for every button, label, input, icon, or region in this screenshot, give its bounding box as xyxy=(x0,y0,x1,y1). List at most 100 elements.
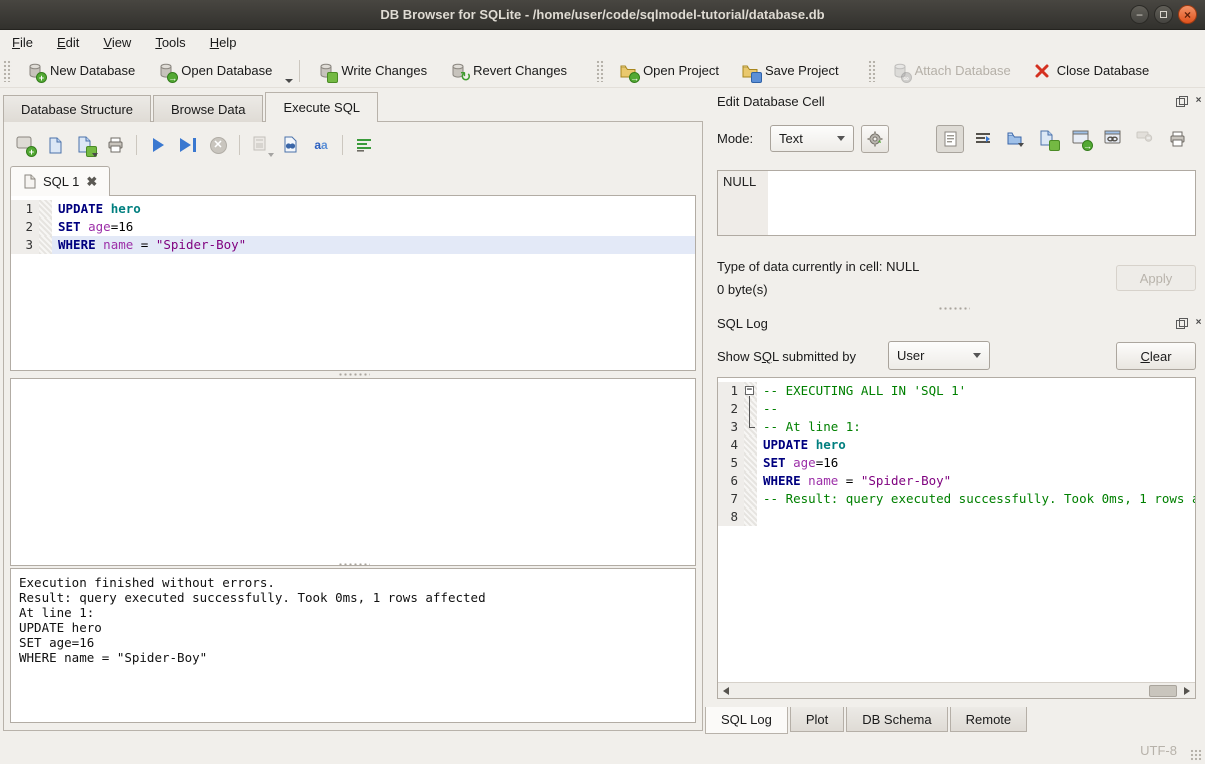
close-database-button[interactable]: Close Database xyxy=(1022,56,1161,86)
toolbar-drag-handle[interactable] xyxy=(868,60,877,82)
sql-log-lines: 1−-- EXECUTING ALL IN 'SQL 1'2--3-- At l… xyxy=(718,378,1195,526)
menu-edit[interactable]: Edit xyxy=(57,35,79,50)
attach-database-button: ∞ Attach Database xyxy=(880,56,1022,86)
tab-remote[interactable]: Remote xyxy=(950,707,1028,732)
scrollbar-thumb[interactable] xyxy=(1149,685,1177,697)
execute-sql-panel: + ✕ xyxy=(3,121,703,731)
new-sql-tab-button[interactable]: + xyxy=(12,132,38,158)
cell-mode-select[interactable]: Text xyxy=(770,125,854,152)
cell-word-wrap-icon xyxy=(975,132,991,146)
splitter-handle[interactable] xyxy=(938,306,970,311)
main-tabbar: Database Structure Browse Data Execute S… xyxy=(3,92,380,122)
scrollbar-track[interactable] xyxy=(734,683,1179,698)
dock-float-icon[interactable] xyxy=(1176,318,1187,329)
auto-apply-button[interactable] xyxy=(861,125,889,153)
dock-float-icon[interactable] xyxy=(1176,96,1187,107)
sql-editor[interactable]: 1UPDATE hero2SET age=163WHERE name = "Sp… xyxy=(10,195,696,371)
sql-doc-tab[interactable]: SQL 1 ✖ xyxy=(10,166,110,196)
execution-message-pane[interactable]: Execution finished without errors. Resul… xyxy=(10,568,696,723)
clear-log-button[interactable]: Clear xyxy=(1116,342,1196,370)
cell-word-wrap-button[interactable] xyxy=(970,126,996,152)
menu-view[interactable]: View xyxy=(103,35,131,50)
splitter-handle[interactable] xyxy=(338,372,370,377)
autocomplete-button[interactable]: aa xyxy=(308,132,334,158)
code-line: 7-- Result: query executed successfully.… xyxy=(718,490,1195,508)
save-results-dropdown-icon xyxy=(268,153,274,157)
execute-all-button[interactable] xyxy=(145,132,171,158)
chevron-down-icon xyxy=(837,136,845,141)
import-cell-data-button[interactable] xyxy=(1002,126,1028,152)
menu-file[interactable]: File xyxy=(12,35,33,50)
export-file-icon xyxy=(1039,130,1057,148)
fold-collapse-icon[interactable]: − xyxy=(745,386,754,395)
tab-plot[interactable]: Plot xyxy=(790,707,844,732)
cell-mode-value: Text xyxy=(779,131,829,146)
tab-db-schema[interactable]: DB Schema xyxy=(846,707,947,732)
execute-current-line-button[interactable] xyxy=(175,132,201,158)
code-line: 1UPDATE hero xyxy=(11,200,695,218)
open-file-icon xyxy=(47,137,63,154)
open-project-button[interactable]: → Open Project xyxy=(608,56,730,86)
set-null-button xyxy=(1132,126,1158,152)
toolbar-drag-handle[interactable] xyxy=(596,60,605,82)
titlebar[interactable]: DB Browser for SQLite - /home/user/code/… xyxy=(0,0,1205,30)
open-database-dropdown-icon[interactable] xyxy=(285,79,293,83)
horizontal-scrollbar[interactable] xyxy=(718,682,1195,698)
minimize-icon: − xyxy=(1136,9,1143,21)
cell-value-editor[interactable]: NULL xyxy=(717,170,1196,236)
print-cell-button[interactable] xyxy=(1164,126,1190,152)
maximize-button[interactable] xyxy=(1154,5,1173,24)
save-sql-file-button[interactable] xyxy=(72,132,98,158)
dock-close-icon[interactable]: × xyxy=(1193,96,1204,107)
tab-sql-log[interactable]: SQL Log xyxy=(705,707,788,734)
splitter-handle[interactable] xyxy=(338,562,370,567)
bottom-dock-tabbar: SQL Log Plot DB Schema Remote xyxy=(705,707,1029,734)
gear-icon xyxy=(867,131,883,147)
resize-grip[interactable] xyxy=(1190,749,1202,761)
dock-close-icon[interactable]: × xyxy=(1193,318,1204,329)
tab-execute-sql[interactable]: Execute SQL xyxy=(265,92,378,122)
tab-browse-data[interactable]: Browse Data xyxy=(153,95,263,122)
apply-button: Apply xyxy=(1116,265,1196,291)
cell-size-info: 0 byte(s) xyxy=(717,282,768,297)
close-tab-icon[interactable]: ✖ xyxy=(86,174,97,190)
revert-changes-button[interactable]: ↻ Revert Changes xyxy=(438,56,578,86)
minimize-button[interactable]: − xyxy=(1130,5,1149,24)
export-cell-data-button[interactable] xyxy=(1035,126,1061,152)
open-sql-file-button[interactable] xyxy=(42,132,68,158)
close-button[interactable]: × xyxy=(1178,5,1197,24)
tab-database-structure[interactable]: Database Structure xyxy=(3,95,151,122)
sql-log-view[interactable]: 1−-- EXECUTING ALL IN 'SQL 1'2--3-- At l… xyxy=(717,377,1196,699)
code-line: 2SET age=16 xyxy=(11,218,695,236)
window-title: DB Browser for SQLite - /home/user/code/… xyxy=(380,7,824,22)
find-icon xyxy=(282,136,300,154)
text-mode-toggle-button[interactable] xyxy=(936,125,964,153)
save-project-button[interactable]: Save Project xyxy=(730,56,850,86)
scroll-right-icon[interactable] xyxy=(1179,683,1195,699)
write-changes-button[interactable]: Write Changes xyxy=(306,56,438,86)
word-wrap-button[interactable] xyxy=(351,132,377,158)
scroll-left-icon[interactable] xyxy=(718,683,734,699)
new-database-button[interactable]: + New Database xyxy=(15,56,146,86)
maximize-icon xyxy=(1160,11,1167,18)
toolbar-drag-handle[interactable] xyxy=(3,60,12,82)
sql-log-filter-select[interactable]: User xyxy=(888,341,990,370)
menu-tools[interactable]: Tools xyxy=(155,35,185,50)
document-icon xyxy=(944,131,957,147)
print-button[interactable] xyxy=(102,132,128,158)
find-button[interactable] xyxy=(278,132,304,158)
encoding-indicator: UTF-8 xyxy=(1140,743,1177,758)
open-database-button[interactable]: → Open Database xyxy=(146,56,283,86)
sql-doc-tab-label: SQL 1 xyxy=(43,174,79,189)
results-pane[interactable] xyxy=(10,378,696,566)
save-results-button xyxy=(248,132,274,158)
sql-log-filter-label: Show SQL submitted by xyxy=(717,349,856,364)
menu-help[interactable]: Help xyxy=(210,35,237,50)
copy-link-button[interactable] xyxy=(1100,126,1126,152)
open-in-external-button[interactable]: → xyxy=(1068,126,1094,152)
toolbar-separator xyxy=(136,135,137,155)
external-app-icon: → xyxy=(1072,130,1090,148)
sql-log-dock-title: SQL Log xyxy=(717,316,768,331)
word-wrap-icon xyxy=(356,138,372,152)
set-null-icon xyxy=(1136,130,1154,148)
